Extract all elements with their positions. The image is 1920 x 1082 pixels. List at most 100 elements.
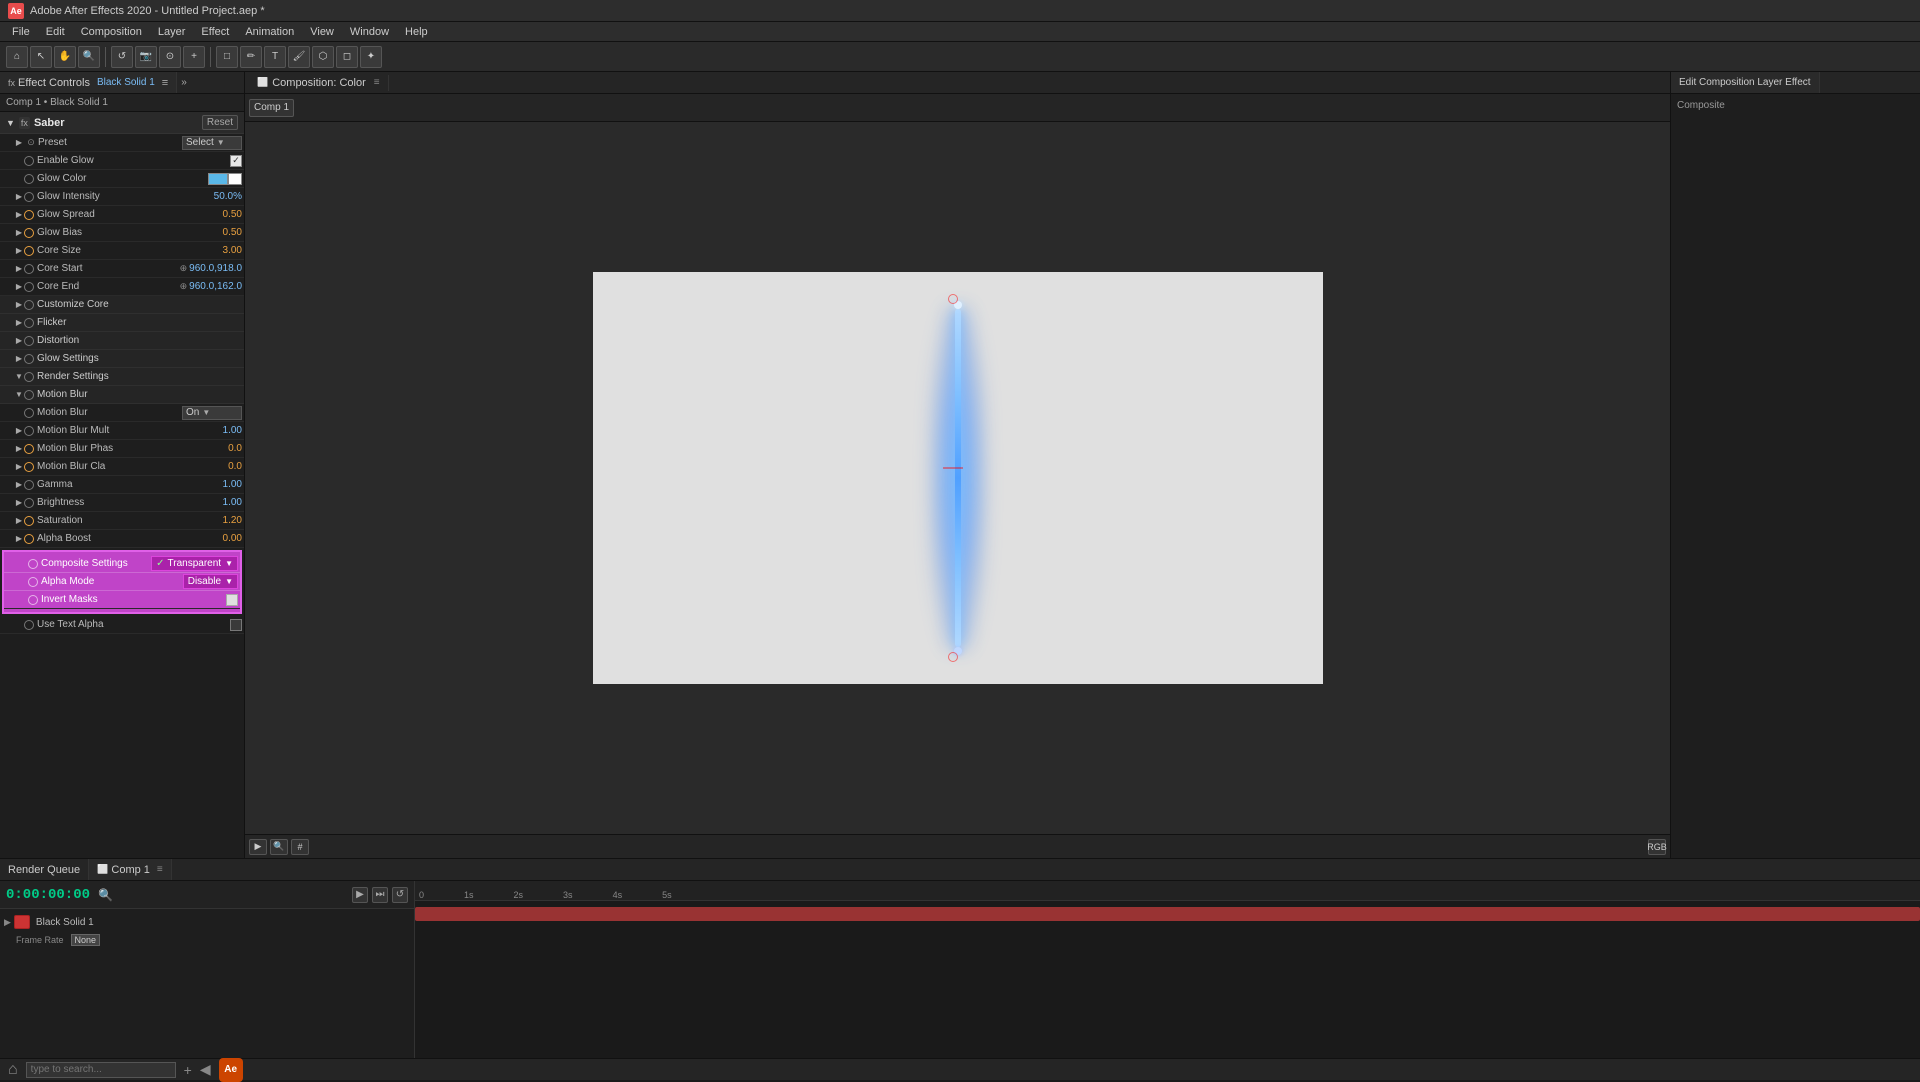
far-right-tab[interactable]: Edit Composition Layer Effect [1671, 72, 1820, 93]
search-input[interactable] [26, 1062, 176, 1078]
alpha-boost-arrow[interactable]: ▶ [14, 534, 24, 544]
home-btn[interactable]: ⌂ [6, 46, 28, 68]
rotate-tool[interactable]: ↺ [111, 46, 133, 68]
customize-core-arrow[interactable]: ▶ [14, 300, 24, 310]
render-queue-tab[interactable]: Render Queue [0, 859, 89, 880]
glow-spread-value[interactable]: 0.50 [223, 209, 242, 220]
mb-clamp-arrow[interactable]: ▶ [14, 462, 24, 472]
saturation-value[interactable]: 1.20 [223, 515, 242, 526]
gamma-arrow[interactable]: ▶ [14, 480, 24, 490]
core-end-value[interactable]: 960.0,162.0 [189, 281, 242, 292]
mb-clamp-value[interactable]: 0.0 [228, 461, 242, 472]
comp-tab-menu[interactable]: ≡ [374, 77, 380, 88]
track-label-box[interactable]: None [71, 934, 101, 946]
enable-glow-checkbox[interactable] [230, 155, 242, 167]
invert-masks-checkbox[interactable] [226, 594, 238, 606]
brightness-arrow[interactable]: ▶ [14, 498, 24, 508]
customize-core-section[interactable]: ▶ Customize Core [0, 296, 244, 314]
glow-bias-arrow[interactable]: ▶ [14, 228, 24, 238]
distortion-section[interactable]: ▶ Distortion [0, 332, 244, 350]
selection-tool[interactable]: ↖ [30, 46, 52, 68]
puppet-tool[interactable]: ✦ [360, 46, 382, 68]
menu-file[interactable]: File [4, 24, 38, 40]
step-btn[interactable]: ⏭ [372, 887, 388, 903]
grid-btn[interactable]: # [291, 839, 309, 855]
breadcrumb-layer[interactable]: Black Solid 1 [50, 97, 108, 108]
comp-viewer[interactable] [245, 122, 1670, 834]
menu-window[interactable]: Window [342, 24, 397, 40]
glow-settings-section[interactable]: ▶ Glow Settings [0, 350, 244, 368]
glow-color-swatch[interactable] [208, 173, 228, 185]
saber-effect-header[interactable]: ▼ fx Saber Reset [0, 112, 244, 134]
menu-layer[interactable]: Layer [150, 24, 194, 40]
glow-settings-arrow[interactable]: ▶ [14, 354, 24, 364]
hand-tool[interactable]: ✋ [54, 46, 76, 68]
flicker-section[interactable]: ▶ Flicker [0, 314, 244, 332]
nav-back-icon[interactable]: ◀ [200, 1061, 211, 1078]
search-icon[interactable]: 🔍 [98, 888, 113, 902]
orbit-tool[interactable]: ⊙ [159, 46, 181, 68]
glow-intensity-value[interactable]: 50.0% [214, 191, 242, 202]
track-tool[interactable]: + [183, 46, 205, 68]
track-expand-icon[interactable]: ▶ [4, 917, 11, 928]
glow-spread-arrow[interactable]: ▶ [14, 210, 24, 220]
core-size-arrow[interactable]: ▶ [14, 246, 24, 256]
ae-taskbar-icon[interactable]: Ae [219, 1058, 243, 1082]
menu-effect[interactable]: Effect [193, 24, 237, 40]
unified-camera-tool[interactable]: 📷 [135, 46, 157, 68]
distortion-arrow[interactable]: ▶ [14, 336, 24, 346]
brush-tool[interactable]: 🖌 [288, 46, 310, 68]
mb-mult-value[interactable]: 1.00 [223, 425, 242, 436]
mb-phase-arrow[interactable]: ▶ [14, 444, 24, 454]
effect-controls-tab[interactable]: fx Effect Controls Black Solid 1 ≡ [0, 72, 177, 93]
panel-menu-icon[interactable]: ≡ [162, 77, 168, 89]
play-btn[interactable]: ▶ [352, 887, 368, 903]
stamp-tool[interactable]: ⬡ [312, 46, 334, 68]
glow-color-swatch-white[interactable] [228, 173, 242, 185]
saber-expand-arrow[interactable]: ▼ [6, 118, 15, 128]
time-display[interactable]: 0:00:00:00 [6, 887, 90, 903]
gamma-value[interactable]: 1.00 [223, 479, 242, 490]
mb-mult-arrow[interactable]: ▶ [14, 426, 24, 436]
preset-dropdown[interactable]: Select ▼ [182, 136, 242, 150]
comp-panel-tab[interactable]: ⬜ Composition: Color ≡ [249, 75, 389, 91]
alpha-mode-dropdown[interactable]: Disable ▼ [183, 574, 238, 589]
add-status-icon[interactable]: + [184, 1062, 192, 1078]
motion-blur-select[interactable]: On ▼ [182, 406, 242, 420]
panel-expand-icon[interactable]: » [181, 77, 187, 88]
alpha-boost-value[interactable]: 0.00 [223, 533, 242, 544]
mb-phase-value[interactable]: 0.0 [228, 443, 242, 454]
breadcrumb-comp[interactable]: Comp 1 [6, 97, 41, 108]
menu-animation[interactable]: Animation [237, 24, 302, 40]
preset-arrow[interactable]: ▶ [14, 138, 24, 148]
zoom-tool[interactable]: 🔍 [78, 46, 100, 68]
core-start-value[interactable]: 960.0,918.0 [189, 263, 242, 274]
zoom-btn[interactable]: 🔍 [270, 839, 288, 855]
reset-button[interactable]: Reset [202, 115, 238, 130]
menu-help[interactable]: Help [397, 24, 436, 40]
menu-view[interactable]: View [302, 24, 342, 40]
comp-timeline-tab[interactable]: ⬜ Comp 1 ≡ [89, 859, 172, 880]
rectangle-tool[interactable]: □ [216, 46, 238, 68]
core-size-value[interactable]: 3.00 [223, 245, 242, 256]
motion-blur-arrow[interactable]: ▼ [14, 390, 24, 400]
comp-timeline-menu[interactable]: ≡ [157, 864, 163, 875]
loop-btn[interactable]: ↺ [392, 887, 408, 903]
pen-tool[interactable]: ✏ [240, 46, 262, 68]
render-settings-arrow[interactable]: ▼ [14, 372, 24, 382]
saturation-arrow[interactable]: ▶ [14, 516, 24, 526]
menu-composition[interactable]: Composition [73, 24, 150, 40]
flicker-arrow[interactable]: ▶ [14, 318, 24, 328]
glow-intensity-arrow[interactable]: ▶ [14, 192, 24, 202]
text-tool[interactable]: T [264, 46, 286, 68]
render-settings-section[interactable]: ▼ Render Settings [0, 368, 244, 386]
use-text-alpha-checkbox[interactable] [230, 619, 242, 631]
home-status-icon[interactable]: ⌂ [8, 1061, 18, 1079]
core-end-arrow[interactable]: ▶ [14, 282, 24, 292]
track-bar[interactable] [415, 907, 1920, 921]
preview-btn[interactable]: ▶ [249, 839, 267, 855]
menu-edit[interactable]: Edit [38, 24, 73, 40]
comp-tab-btn[interactable]: Comp 1 [249, 99, 294, 117]
core-start-arrow[interactable]: ▶ [14, 264, 24, 274]
glow-bias-value[interactable]: 0.50 [223, 227, 242, 238]
